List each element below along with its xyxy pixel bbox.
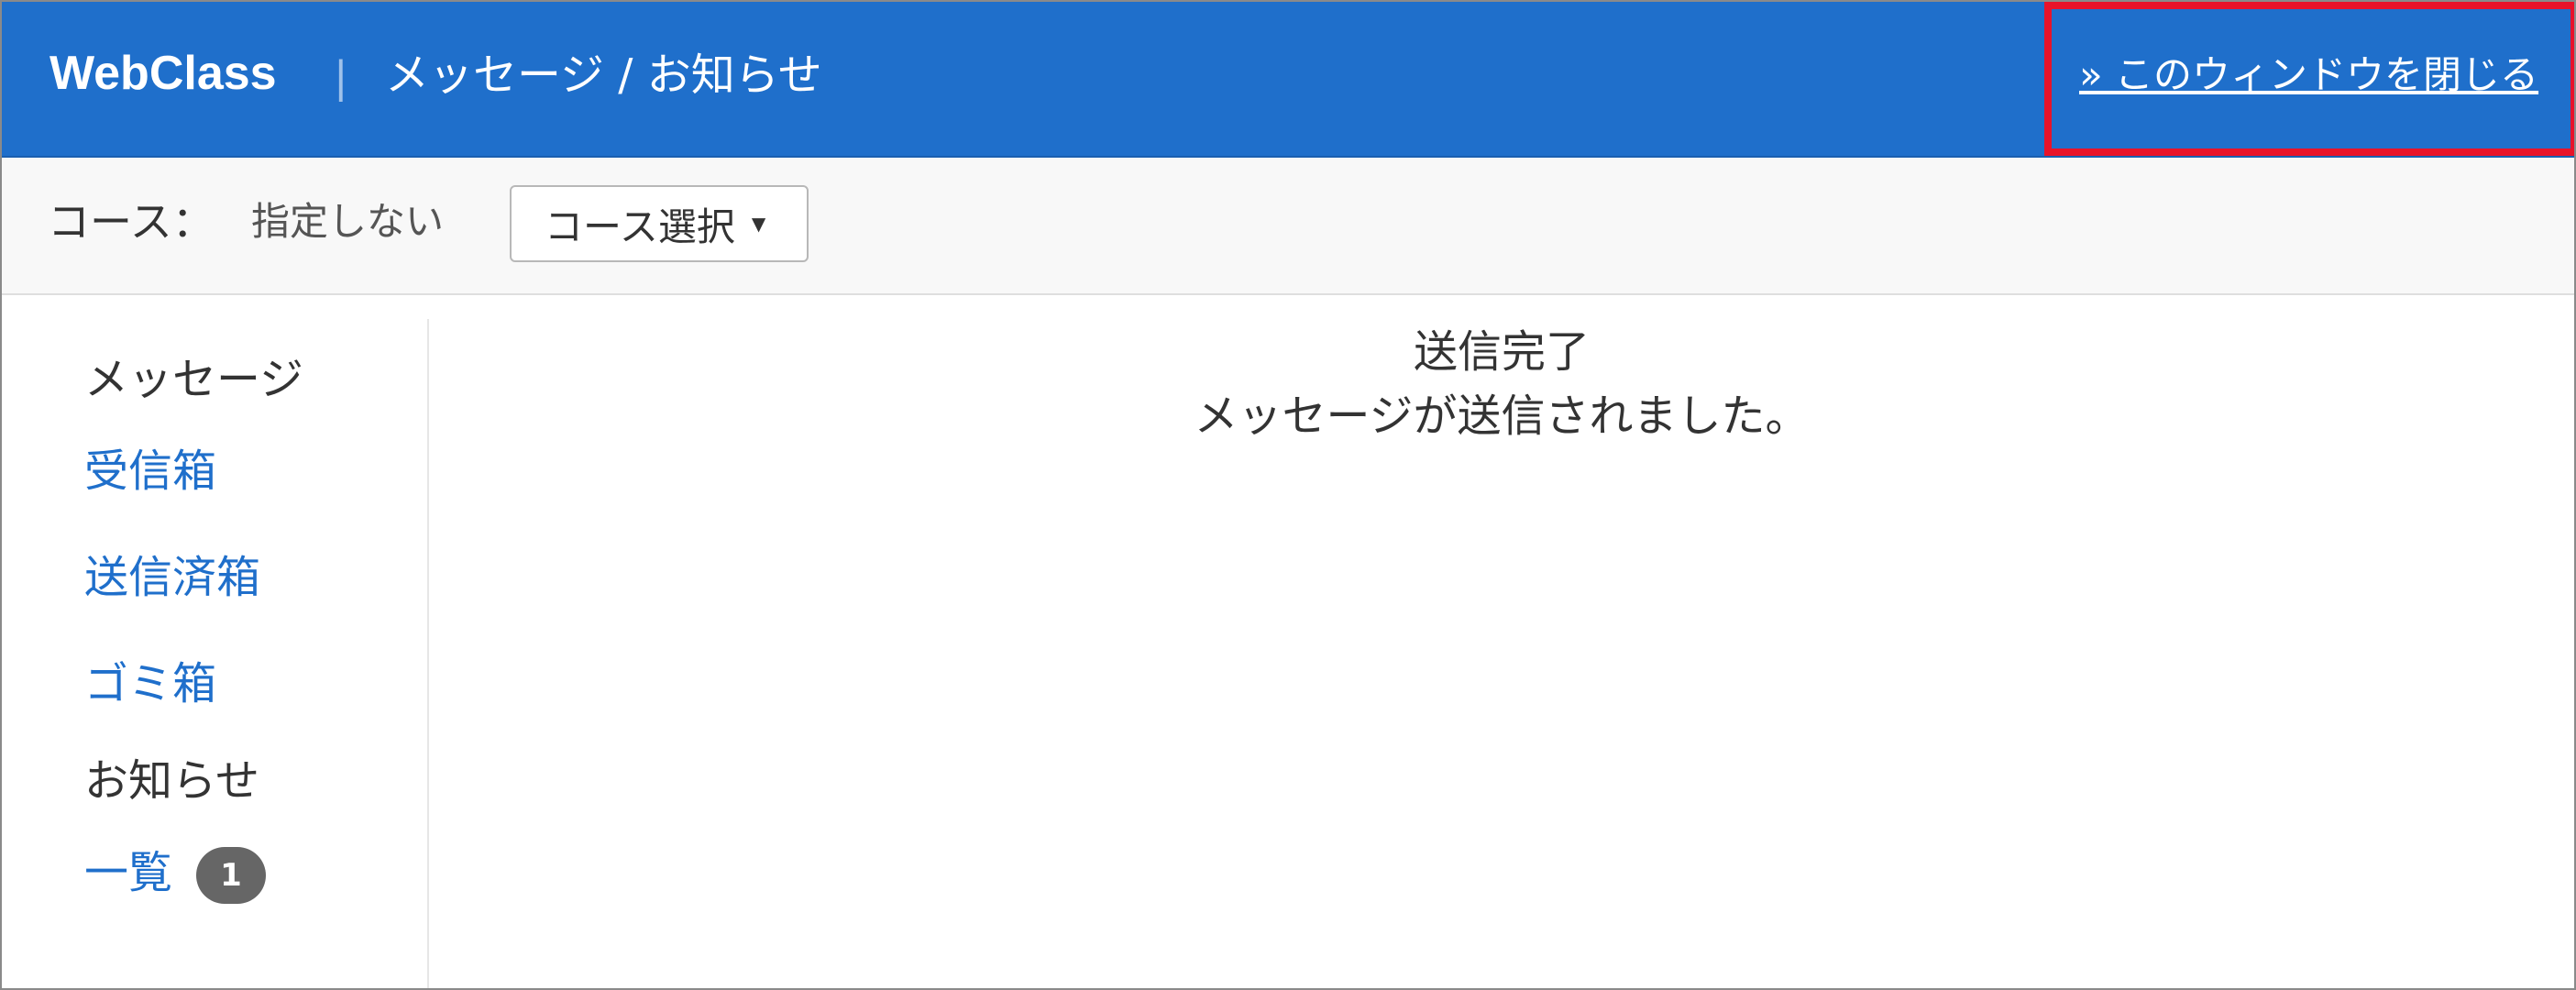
close-window-link[interactable]: » このウィンドウを閉じる (2079, 50, 2538, 101)
webclass-window: WebClass | メッセージ / お知らせ » このウィンドウを閉じる コー… (0, 0, 2576, 990)
brand-logo: WebClass (50, 47, 277, 100)
sidebar-item-notice-label: 一覧 (84, 847, 173, 898)
course-select-button[interactable]: コース選択 ▼ (510, 185, 809, 262)
unread-count-badge: 1 (196, 847, 267, 904)
sidebar-heading-message: メッセージ (84, 354, 304, 405)
sidebar-item-notice-list[interactable]: 一覧 1 (84, 845, 267, 904)
sidebar-item-sent[interactable]: 送信済箱 (84, 550, 260, 605)
sidebar-heading-notice: お知らせ (84, 755, 260, 807)
page-title: メッセージ / お知らせ (385, 50, 822, 101)
course-label: コース： (48, 197, 215, 247)
header-separator: | (334, 52, 348, 102)
sidebar-item-trash[interactable]: ゴミ箱 (84, 656, 216, 711)
sidebar: メッセージ 受信箱 送信済箱 ゴミ箱 お知らせ 一覧 1 (2, 319, 429, 988)
course-value: 指定しない (251, 199, 445, 244)
status-message: メッセージが送信されました。 (1194, 390, 1810, 442)
status-title: 送信完了 (1413, 326, 1590, 378)
header-bar: WebClass | メッセージ / お知らせ » このウィンドウを閉じる (2, 2, 2574, 158)
caret-down-icon: ▼ (751, 213, 766, 235)
main-content: 送信完了 メッセージが送信されました。 (429, 295, 2574, 988)
course-select-label: コース選択 (545, 204, 735, 249)
course-bar: コース： 指定しない コース選択 ▼ (2, 158, 2574, 295)
sidebar-item-inbox[interactable]: 受信箱 (84, 444, 216, 499)
